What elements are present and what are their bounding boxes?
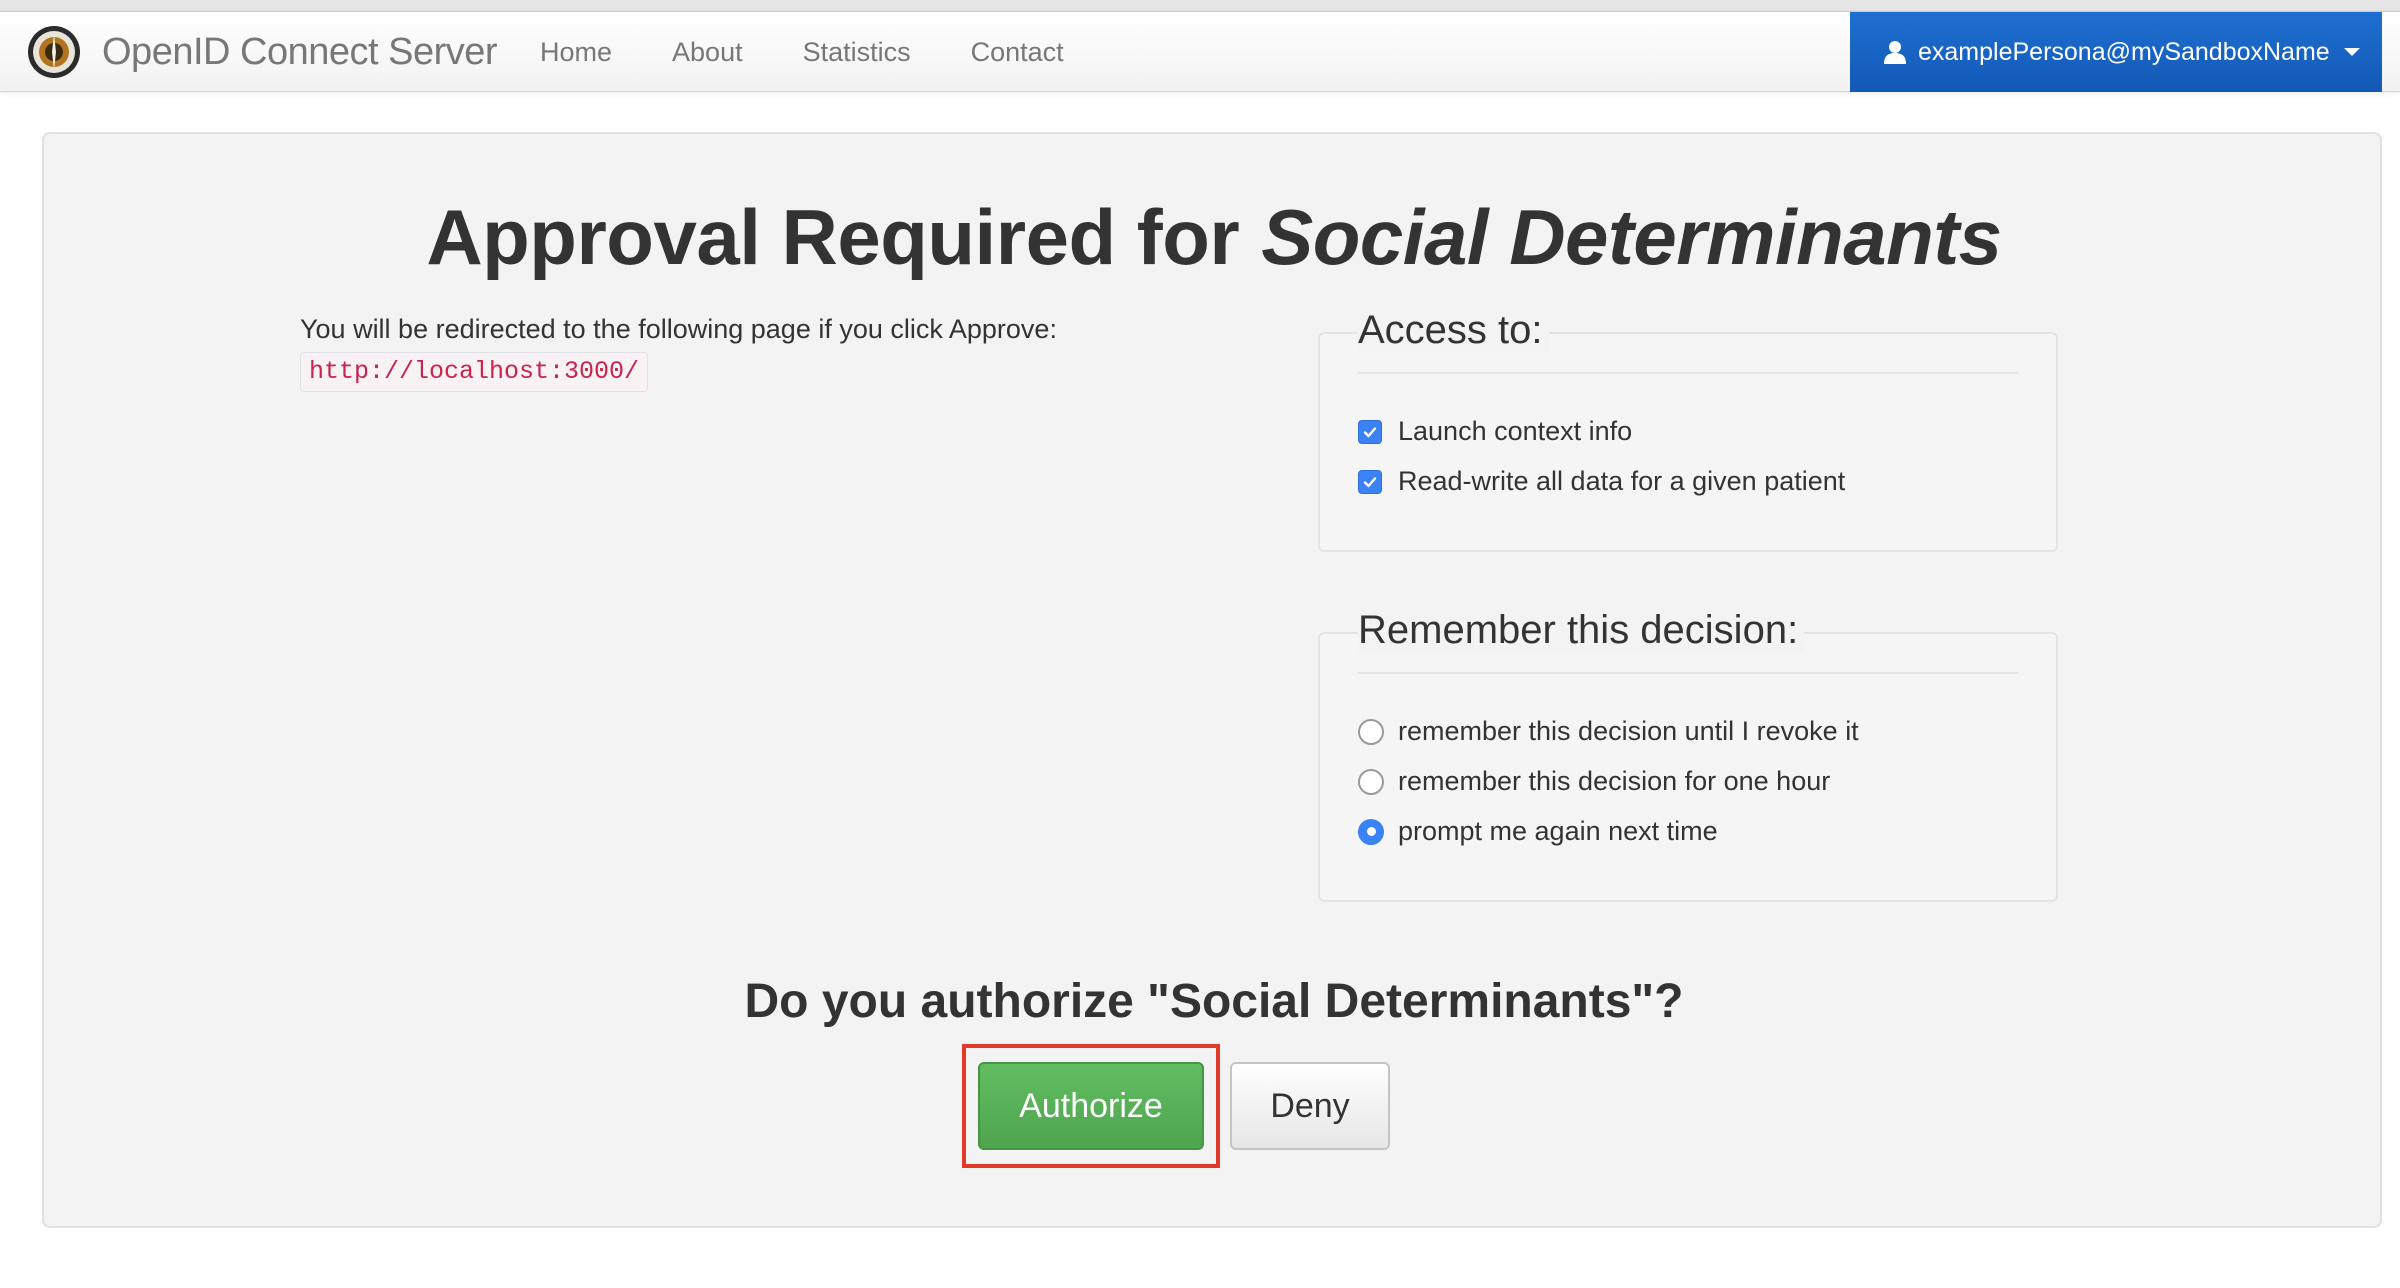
navbar: OpenID Connect Server Home About Statist… — [0, 12, 2400, 92]
nav-links: Home About Statistics Contact — [540, 12, 1064, 92]
checkbox-checked-icon[interactable] — [1358, 419, 1382, 444]
scope-read-write-patient[interactable]: Read-write all data for a given patient — [1358, 466, 1845, 497]
option-label: prompt me again next time — [1398, 816, 1718, 846]
nav-contact[interactable]: Contact — [971, 37, 1064, 68]
legend-divider — [1358, 672, 2018, 674]
radio-button[interactable] — [1358, 768, 1384, 795]
redirect-url: http://localhost:3000/ — [300, 352, 649, 392]
page-title: Approval Required for Social Determinants — [44, 192, 2384, 283]
remember-until-revoke-option[interactable]: remember this decision until I revoke it — [1358, 716, 1859, 747]
openid-logo-icon — [28, 26, 80, 78]
access-fieldset: Access to: Launch context info Read-writ… — [1318, 308, 2058, 552]
prompt-again-option[interactable]: prompt me again next time — [1358, 816, 1718, 847]
scope-launch-context[interactable]: Launch context info — [1358, 416, 1632, 447]
legend-divider — [1358, 372, 2018, 374]
access-legend: Access to: — [1358, 308, 1549, 353]
user-menu-dropdown[interactable]: examplePersona@mySandboxName — [1850, 12, 2382, 92]
browser-top-strip — [0, 0, 2400, 12]
nav-home[interactable]: Home — [540, 37, 612, 68]
authorize-button[interactable]: Authorize — [978, 1062, 1204, 1150]
client-name: Social Determinants — [1261, 193, 2002, 281]
chevron-down-icon — [2343, 48, 2360, 56]
title-prefix: Approval Required for — [426, 193, 1240, 281]
nav-statistics[interactable]: Statistics — [803, 37, 911, 68]
scope-label: Launch context info — [1398, 416, 1633, 446]
brand[interactable]: OpenID Connect Server — [26, 24, 498, 80]
deny-button[interactable]: Deny — [1230, 1062, 1390, 1150]
radio-button[interactable] — [1358, 718, 1384, 745]
option-label: remember this decision until I revoke it — [1398, 716, 1859, 746]
scope-label: Read-write all data for a given patient — [1398, 466, 1846, 496]
approval-panel: Approval Required for Social Determinants… — [42, 132, 2382, 1228]
radio-button-selected[interactable] — [1358, 818, 1384, 845]
user-icon — [1884, 41, 1906, 64]
remember-one-hour-option[interactable]: remember this decision for one hour — [1358, 766, 1830, 797]
option-label: remember this decision for one hour — [1398, 766, 1831, 796]
redirect-notice: You will be redirected to the following … — [300, 314, 1057, 344]
checkbox-checked-icon[interactable] — [1358, 469, 1382, 494]
user-name: examplePersona@mySandboxName — [1918, 37, 2330, 66]
brand-title: OpenID Connect Server — [102, 30, 498, 73]
remember-legend: Remember this decision: — [1358, 608, 1805, 653]
nav-about[interactable]: About — [672, 37, 743, 68]
authorize-question: Do you authorize "Social Determinants"? — [744, 975, 1684, 1028]
remember-fieldset: Remember this decision: remember this de… — [1318, 608, 2058, 902]
